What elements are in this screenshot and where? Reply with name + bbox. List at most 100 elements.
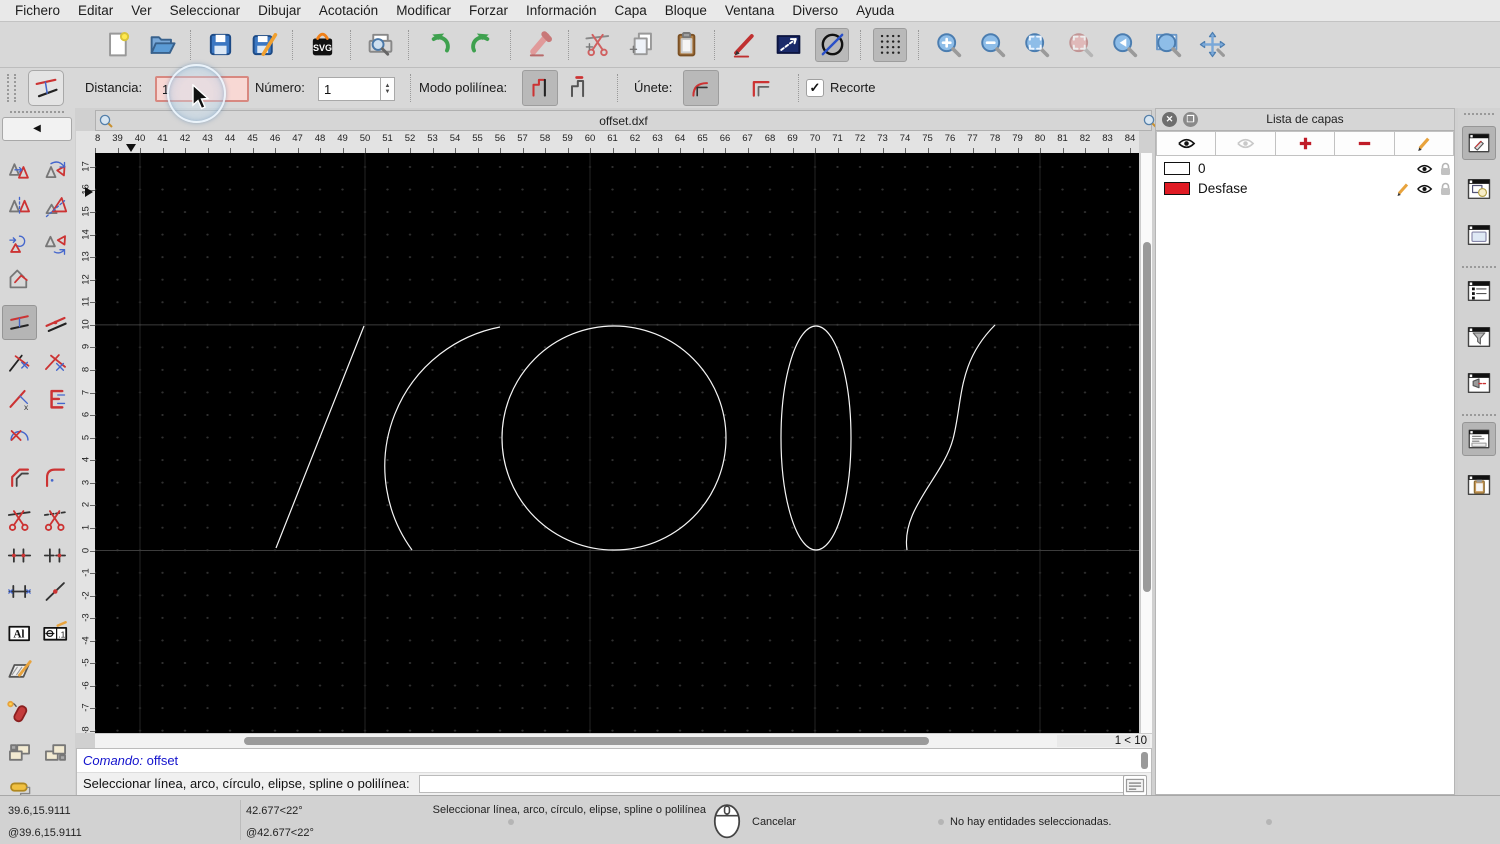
- menu-ventana[interactable]: Ventana: [716, 3, 784, 18]
- zoom-auto-button[interactable]: [1019, 28, 1053, 62]
- selection-box-button[interactable]: [771, 28, 805, 62]
- layer-edit-icon[interactable]: [1394, 181, 1411, 197]
- rotate-tool[interactable]: [38, 154, 73, 189]
- cut-tool[interactable]: [2, 502, 37, 537]
- show-all-layers-button[interactable]: [1156, 131, 1217, 156]
- selection-filter-dock-toggle[interactable]: [1462, 320, 1496, 354]
- zoom-out-button[interactable]: [975, 28, 1009, 62]
- zoom-redraw-button[interactable]: [1063, 28, 1097, 62]
- edit-layer-button[interactable]: [1394, 131, 1455, 156]
- trim-two-tool[interactable]: [38, 346, 73, 381]
- scale-tool[interactable]: [38, 190, 73, 225]
- divide-intersect-tool[interactable]: [38, 382, 73, 417]
- menu-modificar[interactable]: Modificar: [387, 3, 460, 18]
- vertical-scrollbar[interactable]: [1140, 153, 1152, 733]
- pen-attributes-button[interactable]: [727, 28, 761, 62]
- export-svg-button[interactable]: SVG: [305, 28, 339, 62]
- entity-list-dock-toggle[interactable]: [1462, 274, 1496, 308]
- number-input[interactable]: [318, 77, 382, 101]
- edit-dimension-tool[interactable]: .1: [38, 616, 73, 651]
- open-file-button[interactable]: [145, 28, 179, 62]
- bevel-tool[interactable]: [2, 460, 37, 495]
- command-history-scrollbar[interactable]: [1141, 752, 1148, 769]
- paste-button[interactable]: [669, 28, 703, 62]
- zoom-window-button[interactable]: [1151, 28, 1185, 62]
- polyline-mode-split-button[interactable]: [561, 70, 597, 106]
- fillet-tool[interactable]: [38, 460, 73, 495]
- horizontal-scrollbar-thumb[interactable]: [244, 737, 929, 745]
- order-bottom-tool[interactable]: [38, 735, 73, 770]
- cut-button[interactable]: [581, 28, 615, 62]
- redo-button[interactable]: [465, 28, 499, 62]
- dock-strip-handle[interactable]: [1464, 113, 1494, 115]
- layer-row-Desfase[interactable]: Desfase: [1156, 179, 1454, 199]
- menu-ver[interactable]: Ver: [122, 3, 160, 18]
- explode-tool[interactable]: [2, 695, 37, 730]
- layer-list-dock-toggle[interactable]: [1462, 126, 1496, 160]
- order-top-tool[interactable]: [2, 735, 37, 770]
- edit-text-tool[interactable]: Al: [2, 616, 37, 651]
- menu-forzar[interactable]: Forzar: [460, 3, 517, 18]
- menu-diverso[interactable]: Diverso: [783, 3, 847, 18]
- stretch-tool[interactable]: [2, 574, 37, 609]
- plugin-dock-toggle[interactable]: [1462, 366, 1496, 400]
- command-input[interactable]: [419, 775, 1131, 793]
- layer-lock-icon[interactable]: [1437, 181, 1454, 197]
- layer-row-0[interactable]: 0: [1156, 159, 1454, 179]
- grid-toggle-button[interactable]: [873, 27, 907, 62]
- menu-capa[interactable]: Capa: [606, 3, 656, 18]
- add-layer-button[interactable]: [1275, 131, 1336, 156]
- join-round-button[interactable]: [683, 70, 719, 106]
- undo-button[interactable]: [421, 28, 455, 62]
- toolbar-drag-handle[interactable]: [7, 74, 16, 102]
- layer-lock-icon[interactable]: [1437, 161, 1454, 177]
- polyline-mode-keep-button[interactable]: [522, 70, 558, 106]
- horizontal-scrollbar[interactable]: 1 < 10: [95, 733, 1152, 748]
- menu-seleccionar[interactable]: Seleccionar: [161, 3, 250, 18]
- print-preview-button[interactable]: [363, 28, 397, 62]
- cut-marked-tool[interactable]: [38, 502, 73, 537]
- menu-informacion[interactable]: Información: [517, 3, 606, 18]
- new-file-button[interactable]: [101, 28, 135, 62]
- trim-tool[interactable]: [2, 346, 37, 381]
- offset-tool-button[interactable]: [28, 70, 64, 106]
- layer-visible-icon[interactable]: [1416, 161, 1433, 177]
- clipboard-dock-toggle[interactable]: [1462, 468, 1496, 502]
- hide-all-layers-button[interactable]: [1216, 131, 1276, 156]
- copy-button[interactable]: [625, 28, 659, 62]
- layer-color-swatch[interactable]: [1164, 162, 1190, 175]
- lengthen-tool[interactable]: x: [2, 382, 37, 417]
- deform-tool[interactable]: [2, 262, 37, 297]
- offset-line-tool[interactable]: [38, 305, 73, 340]
- move-rotate-tool[interactable]: [2, 226, 37, 261]
- rotate-two-tool[interactable]: [38, 226, 73, 261]
- menu-bloque[interactable]: Bloque: [656, 3, 716, 18]
- layer-color-swatch[interactable]: [1164, 182, 1190, 195]
- zoom-in-button[interactable]: [931, 28, 965, 62]
- move-point-tool[interactable]: [38, 574, 73, 609]
- menu-dibujar[interactable]: Dibujar: [249, 3, 310, 18]
- trim-checkbox[interactable]: ✓: [806, 79, 824, 97]
- number-stepper[interactable]: ▲ ▼: [380, 77, 395, 101]
- drawing-canvas[interactable]: [95, 153, 1139, 733]
- palette-back-button[interactable]: ◀: [2, 117, 72, 141]
- move-copy-tool[interactable]: [2, 154, 37, 189]
- join-sharp-button[interactable]: [744, 70, 780, 106]
- command-line-dock-toggle[interactable]: [1462, 422, 1496, 456]
- zoom-pan-button[interactable]: [1195, 28, 1229, 62]
- menu-ayuda[interactable]: Ayuda: [847, 3, 903, 18]
- save-as-button[interactable]: [247, 28, 281, 62]
- revert-direction-tool[interactable]: [2, 418, 37, 453]
- menu-editar[interactable]: Editar: [69, 3, 122, 18]
- vertical-scrollbar-thumb[interactable]: [1143, 242, 1151, 592]
- library-browser-dock-toggle[interactable]: [1462, 218, 1496, 252]
- remove-layer-button[interactable]: [1335, 131, 1395, 156]
- layer-visible-icon[interactable]: [1416, 181, 1433, 197]
- drawing-window-titlebar[interactable]: offset.dxf: [95, 110, 1157, 131]
- menu-acotacion[interactable]: Acotación: [310, 3, 387, 18]
- divide-two-tool[interactable]: [38, 538, 73, 573]
- block-list-dock-toggle[interactable]: [1462, 172, 1496, 206]
- menu-fichero[interactable]: Fichero: [6, 3, 69, 18]
- offset-tool[interactable]: [2, 305, 37, 340]
- draft-mode-button[interactable]: [815, 27, 849, 62]
